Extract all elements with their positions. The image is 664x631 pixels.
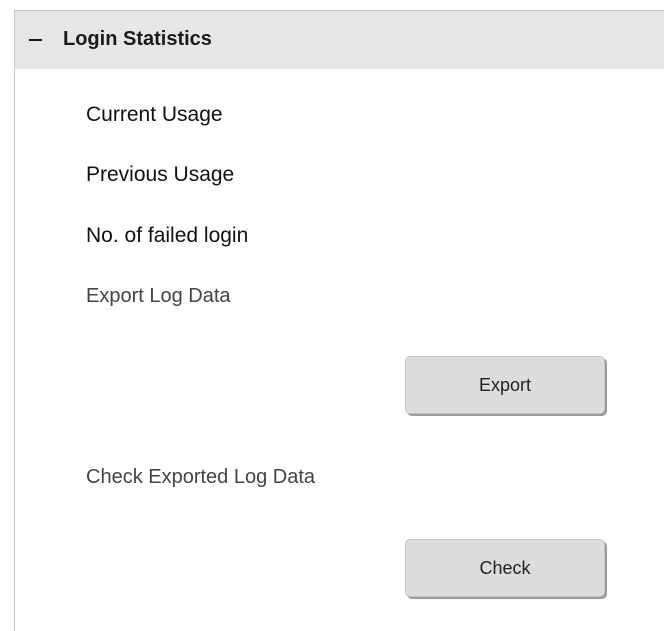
failed-login-item[interactable]: No. of failed login: [86, 224, 248, 248]
export-log-data-label: Export Log Data: [86, 285, 231, 307]
collapse-icon[interactable]: [29, 39, 42, 41]
export-button[interactable]: Export: [405, 356, 605, 414]
login-statistics-panel: Login Statistics Current Usage Previous …: [14, 10, 664, 631]
previous-usage-item[interactable]: Previous Usage: [86, 163, 234, 187]
check-exported-log-data-label: Check Exported Log Data: [86, 466, 316, 488]
current-usage-item[interactable]: Current Usage: [86, 103, 223, 127]
panel-header[interactable]: Login Statistics: [15, 11, 664, 69]
panel-title: Login Statistics: [63, 28, 212, 50]
check-button[interactable]: Check: [405, 539, 605, 597]
